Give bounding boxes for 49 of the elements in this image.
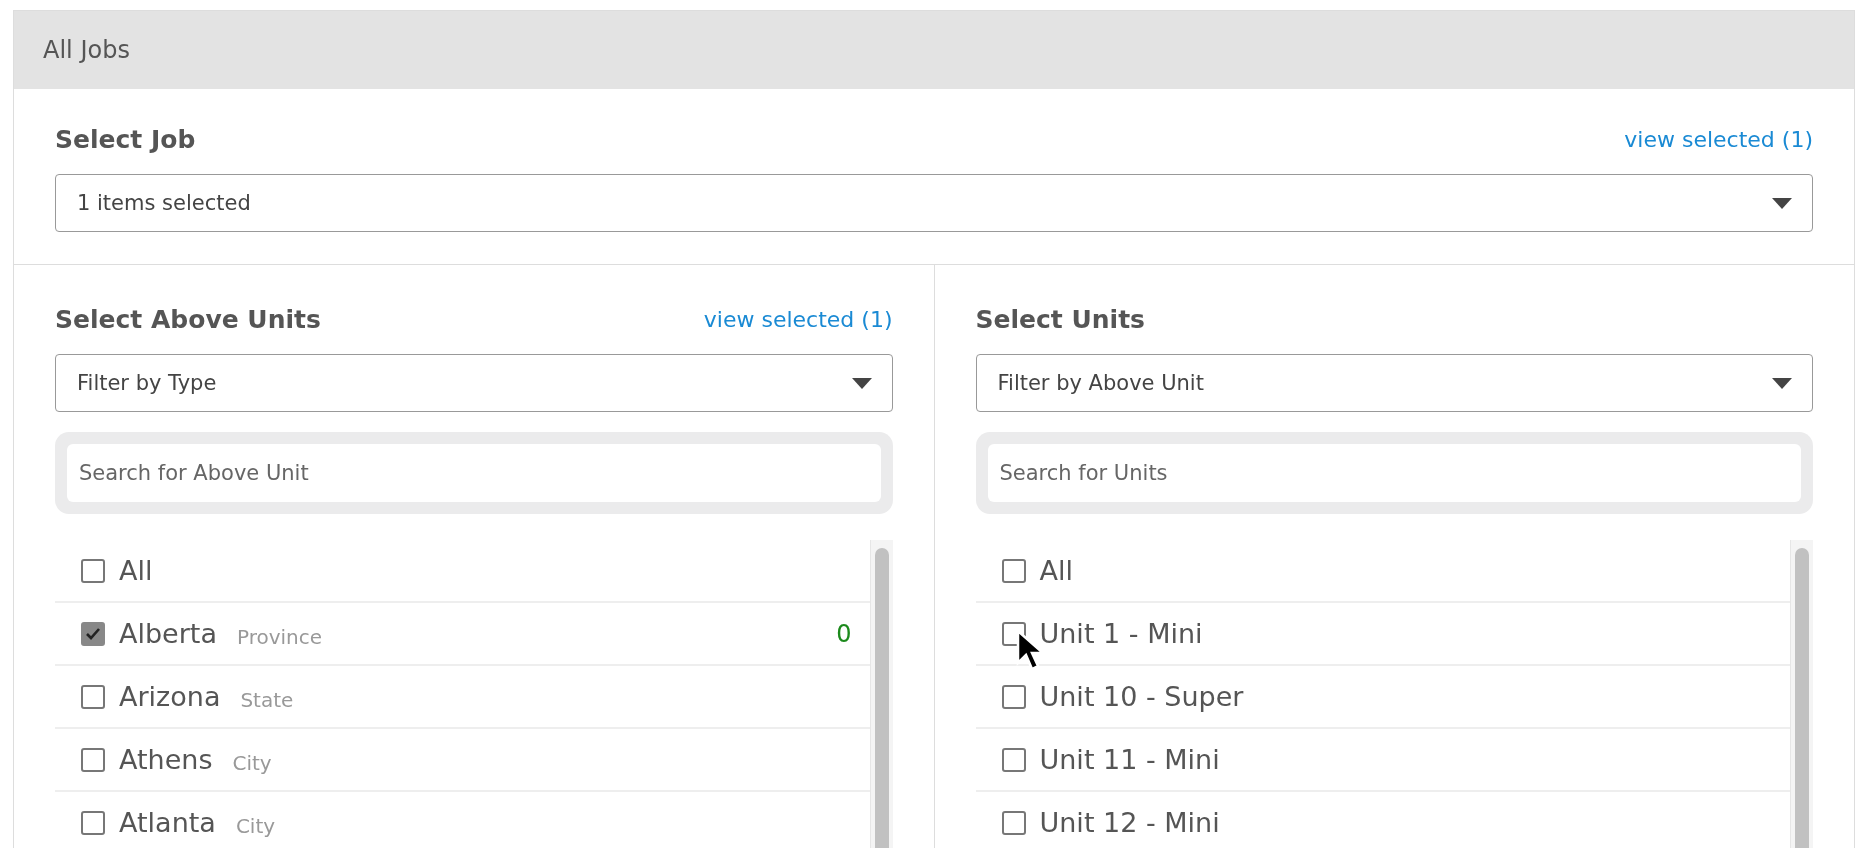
- item-name: All: [119, 555, 153, 586]
- item-name: All: [1039, 555, 1073, 586]
- list-item[interactable]: Unit 10 - Super: [975, 666, 1790, 729]
- item-name: Unit 10 - Super: [1039, 681, 1244, 712]
- list-item[interactable]: All: [55, 540, 870, 603]
- item-type: State: [240, 687, 294, 712]
- list-item[interactable]: Unit 11 - Mini: [975, 729, 1790, 792]
- job-dropdown[interactable]: 1 items selected: [55, 174, 1813, 232]
- item-name: Unit 11 - Mini: [1039, 744, 1220, 775]
- item-type: Province: [236, 624, 323, 649]
- search-field[interactable]: Search for Above Unit: [55, 432, 893, 514]
- scrollbar[interactable]: [869, 540, 893, 848]
- item-type: City: [232, 750, 272, 775]
- caret-icon: [851, 377, 872, 389]
- list-item[interactable]: Unit 1 - Mini: [975, 603, 1790, 666]
- section-label: Select Above Units: [55, 305, 321, 334]
- item-name: Unit 12 - Mini: [1039, 807, 1220, 838]
- item-name: Athens: [119, 744, 213, 775]
- checkbox[interactable]: [81, 810, 105, 835]
- caret-icon: [1772, 377, 1792, 389]
- item-name: Unit 1 - Mini: [1039, 618, 1203, 649]
- section-label: Select Units: [975, 305, 1145, 334]
- checkbox[interactable]: [81, 558, 105, 583]
- item-name: Arizona: [119, 681, 221, 712]
- filter-dropdown[interactable]: Filter by Above Unit: [975, 354, 1813, 412]
- filter-dropdown[interactable]: Filter by Type: [55, 354, 893, 412]
- checkbox[interactable]: [1001, 558, 1026, 583]
- checkbox[interactable]: [81, 621, 105, 646]
- section-label: Select Job: [55, 125, 196, 154]
- checkbox[interactable]: [81, 747, 105, 772]
- view-selected-link[interactable]: view selected (1): [1624, 127, 1813, 152]
- search-field[interactable]: Search for Units: [975, 432, 1813, 514]
- scrollbar[interactable]: [1790, 540, 1813, 848]
- item-type: City: [235, 813, 276, 838]
- checkbox[interactable]: [1001, 684, 1026, 709]
- checkbox[interactable]: [81, 684, 105, 709]
- checkbox[interactable]: [1001, 747, 1026, 772]
- list-item[interactable]: All: [975, 540, 1790, 603]
- item-count: 0: [836, 619, 852, 648]
- item-name: Atlanta: [119, 807, 216, 838]
- view-selected-link[interactable]: view selected (1): [703, 307, 893, 332]
- checkbox[interactable]: [1001, 810, 1026, 835]
- list-item[interactable]: Atlanta City: [55, 792, 870, 848]
- list-item[interactable]: Alberta Province 0: [55, 603, 870, 666]
- item-name: Alberta: [119, 618, 217, 649]
- caret-icon: [1772, 197, 1792, 209]
- list-item[interactable]: Arizona State: [55, 666, 870, 729]
- panel-header: All Jobs: [14, 11, 1854, 89]
- list-item[interactable]: Athens City: [55, 729, 870, 792]
